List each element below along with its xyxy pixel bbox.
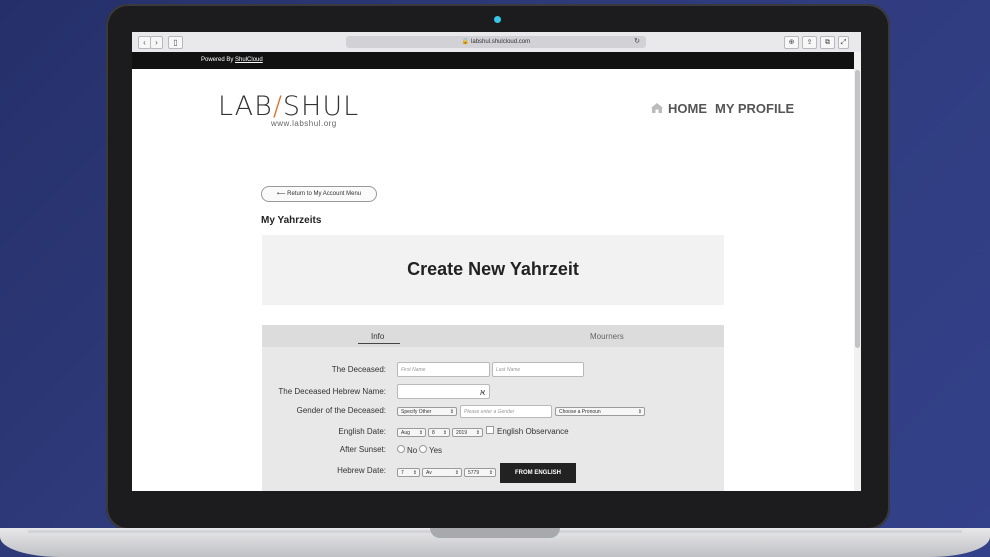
select-arrow-icon: ⇕ <box>418 430 423 436</box>
pronoun-select-value: Choose a Pronoun <box>559 409 601 415</box>
english-observance-option[interactable]: English Observance <box>486 426 569 436</box>
english-year-select[interactable]: 2019 ⇕ <box>452 428 483 437</box>
after-sunset-no-label: No <box>407 446 418 455</box>
hebrew-year-select[interactable]: 5779 ⇕ <box>464 468 496 477</box>
nav-home[interactable]: HOME <box>650 101 707 116</box>
tab-info[interactable]: Info <box>371 332 384 341</box>
hebrew-date-label: Hebrew Date: <box>337 466 386 475</box>
hebrew-name-input[interactable]: א <box>397 384 490 399</box>
gender-input[interactable]: Please enter a Gender <box>460 405 552 418</box>
tab-mourners[interactable]: Mourners <box>590 332 624 341</box>
url-bar[interactable]: 🔒 labshul.shulcloud.com ↻ <box>346 36 646 48</box>
after-sunset-no-option[interactable]: No <box>397 445 417 455</box>
english-observance-label: English Observance <box>497 427 569 436</box>
select-arrow-icon: ⇕ <box>412 470 417 476</box>
reload-icon[interactable]: ↻ <box>634 36 640 48</box>
from-english-button[interactable]: FROM ENGLISH <box>500 463 576 483</box>
after-sunset-yes-radio[interactable] <box>419 445 427 453</box>
hebrew-month-value: Av <box>426 470 432 476</box>
hebrew-day-select[interactable]: 7 ⇕ <box>397 468 420 477</box>
section-title: My Yahrzeits <box>261 215 322 226</box>
select-arrow-icon: ⇕ <box>488 470 493 476</box>
hebrew-month-select[interactable]: Av ⇕ <box>422 468 462 477</box>
yahrzeit-form: Info Mourners The Deceased: First Name L… <box>262 325 724 491</box>
select-arrow-icon: ⇕ <box>637 409 642 415</box>
nav-my-profile[interactable]: MY PROFILE <box>715 101 794 116</box>
browser-toolbar: ‹ › ▯ 🔒 labshul.shulcloud.com ↻ ⊕ ⇪ ⧉ ⤢ <box>132 32 861 53</box>
create-title: Create New Yahrzeit <box>407 259 579 279</box>
english-year-value: 2019 <box>456 430 468 436</box>
deceased-label: The Deceased: <box>331 365 386 374</box>
home-icon <box>651 103 663 113</box>
tab-info-underline <box>358 343 400 344</box>
after-sunset-no-radio[interactable] <box>397 445 405 453</box>
hebrew-name-label: The Deceased Hebrew Name: <box>278 387 386 396</box>
last-name-input[interactable]: Last Name <box>492 362 584 377</box>
after-sunset-yes-label: Yes <box>429 446 443 455</box>
logo-text-left: LAB <box>218 91 273 122</box>
shulcloud-link[interactable]: ShulCloud <box>235 57 263 63</box>
download-icon[interactable]: ⊕ <box>784 36 799 49</box>
pronoun-select[interactable]: Choose a Pronoun ⇕ <box>555 407 645 416</box>
sidebar-icon[interactable]: ▯ <box>168 36 183 49</box>
page: LAB/SHUL www.labshul.org HOME MY PROFILE… <box>132 69 854 491</box>
scrollbar-thumb[interactable] <box>855 70 860 348</box>
select-arrow-icon: ⇕ <box>454 470 459 476</box>
laptop-notch <box>430 528 560 538</box>
english-date-label: English Date: <box>338 427 386 436</box>
after-sunset-yes-option[interactable]: Yes <box>419 445 442 455</box>
camera-icon <box>494 16 501 23</box>
after-sunset-label: After Sunset: <box>339 445 386 454</box>
english-day-value: 8 <box>432 430 435 436</box>
logo[interactable]: LAB/SHUL <box>218 91 359 122</box>
logo-url: www.labshul.org <box>271 119 337 128</box>
create-banner: Create New Yahrzeit <box>262 235 724 305</box>
english-month-select[interactable]: Aug ⇕ <box>397 428 426 437</box>
english-day-select[interactable]: 8 ⇕ <box>428 428 450 437</box>
gender-select[interactable]: Specify Other ⇕ <box>397 407 457 416</box>
first-name-input[interactable]: First Name <box>397 362 490 377</box>
powered-by-bar: Powered By ShulCloud <box>132 52 861 69</box>
tabs-icon[interactable]: ⧉ <box>820 36 835 49</box>
logo-text-right: SHUL <box>282 91 360 122</box>
forward-icon[interactable]: › <box>150 36 163 49</box>
english-month-value: Aug <box>401 430 410 436</box>
fullscreen-icon[interactable]: ⤢ <box>838 36 849 49</box>
return-button[interactable]: ⟵ Return to My Account Menu <box>261 186 377 202</box>
tab-bar: Info Mourners <box>262 325 724 347</box>
url-text: labshul.shulcloud.com <box>471 39 531 45</box>
hebrew-day-value: 7 <box>401 470 404 476</box>
english-observance-checkbox[interactable] <box>486 426 494 434</box>
share-icon[interactable]: ⇪ <box>802 36 817 49</box>
select-arrow-icon: ⇕ <box>475 430 480 436</box>
select-arrow-icon: ⇕ <box>442 430 447 436</box>
lock-icon: 🔒 <box>461 39 470 45</box>
powered-by-label: Powered By <box>201 57 234 63</box>
gender-select-value: Specify Other <box>401 409 432 415</box>
hebrew-year-value: 5779 <box>468 470 480 476</box>
logo-slash: / <box>272 91 283 122</box>
scrollbar[interactable] <box>854 52 861 491</box>
nav-home-label: HOME <box>668 101 707 116</box>
select-arrow-icon: ⇕ <box>449 409 454 415</box>
gender-label: Gender of the Deceased: <box>296 406 386 415</box>
screen: ‹ › ▯ 🔒 labshul.shulcloud.com ↻ ⊕ ⇪ ⧉ ⤢ … <box>132 32 861 491</box>
